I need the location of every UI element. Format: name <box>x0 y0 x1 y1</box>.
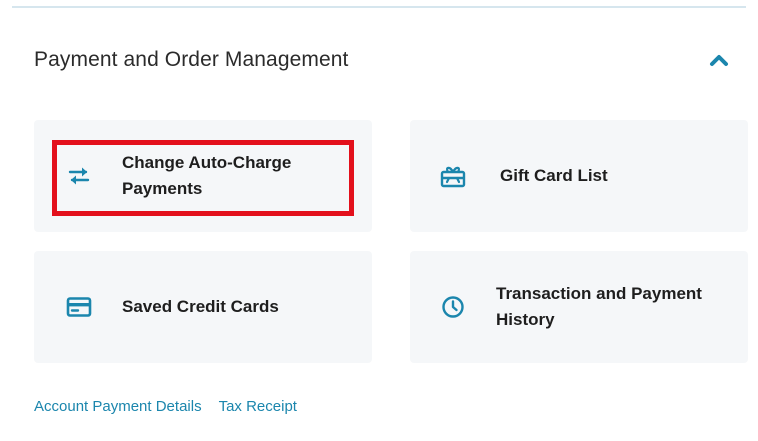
gift-card-icon <box>438 161 468 191</box>
collapse-toggle-button[interactable] <box>704 45 734 75</box>
gift-card-list-tile[interactable]: Gift Card List <box>410 120 748 232</box>
top-divider <box>12 6 746 8</box>
payment-order-management-panel: Payment and Order Management Change Auto… <box>0 0 758 441</box>
account-payment-details-link[interactable]: Account Payment Details <box>34 398 202 415</box>
footer-links: Account Payment Details Tax Receipt <box>34 398 297 415</box>
section-title: Payment and Order Management <box>34 48 349 71</box>
tile-label: Transaction and Payment History <box>496 284 702 329</box>
tile-label: Saved Credit Cards <box>122 297 279 316</box>
transaction-payment-history-tile[interactable]: Transaction and Payment History <box>410 251 748 363</box>
tax-receipt-link[interactable]: Tax Receipt <box>219 398 297 415</box>
swap-arrows-icon <box>64 161 94 191</box>
tile-label: Gift Card List <box>500 166 608 185</box>
saved-credit-cards-tile[interactable]: Saved Credit Cards <box>34 251 372 363</box>
clock-icon <box>438 292 468 322</box>
section-header: Payment and Order Management <box>34 44 734 76</box>
chevron-up-icon <box>710 55 728 66</box>
change-auto-charge-payments-tile[interactable]: Change Auto-Charge Payments <box>34 120 372 232</box>
tile-label: Change Auto-Charge Payments <box>122 153 292 198</box>
credit-card-icon <box>64 292 94 322</box>
